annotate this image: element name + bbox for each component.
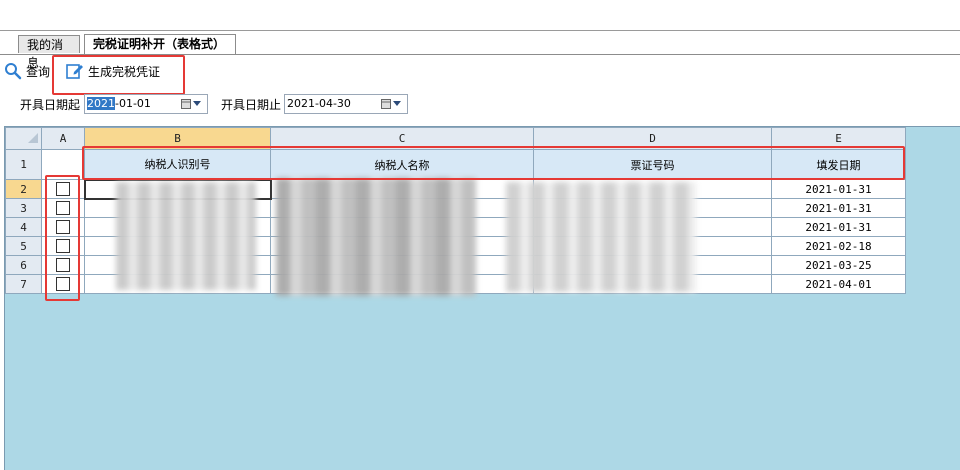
select-all-icon	[28, 133, 38, 143]
chevron-down-icon	[393, 101, 401, 106]
end-date-picker[interactable]: 2021-04-30	[284, 94, 408, 114]
query-label: 查询	[26, 64, 51, 79]
tab-label: 完税证明补开（表格式）	[93, 37, 226, 51]
column-header-a[interactable]: A	[41, 127, 85, 150]
query-button[interactable]: 查询	[4, 61, 50, 81]
start-date-label: 开具日期起	[20, 98, 81, 112]
chevron-down-icon	[193, 101, 201, 106]
row-header[interactable]: 6	[5, 255, 42, 275]
issue-date-cell[interactable]: 2021-01-31	[771, 217, 906, 237]
issue-date-cell[interactable]: 2021-02-18	[771, 236, 906, 256]
tab-my-messages[interactable]: 我的消息	[18, 35, 80, 70]
row-header[interactable]: 4	[5, 217, 42, 237]
calendar-dropdown[interactable]	[381, 97, 403, 111]
issue-date-cell[interactable]: 2021-01-31	[771, 198, 906, 218]
start-date-picker[interactable]: 2021-01-01	[84, 94, 208, 114]
row-header[interactable]: 1	[5, 149, 42, 180]
end-date-label: 开具日期止	[221, 98, 282, 112]
tab-strip: 我的消息 完税证明补开（表格式）	[0, 31, 960, 70]
highlight-box-generate	[52, 55, 185, 95]
issue-date-cell[interactable]: 2021-03-25	[771, 255, 906, 275]
highlight-box-checkboxes	[45, 175, 80, 301]
calendar-dropdown[interactable]	[181, 97, 203, 111]
tab-tax-certificate-reissue[interactable]: 完税证明补开（表格式）	[84, 34, 236, 54]
calendar-icon	[381, 99, 391, 109]
redacted-area	[86, 178, 716, 296]
calendar-icon	[181, 99, 191, 109]
start-date-selected-text: 2021	[87, 97, 115, 110]
row-header[interactable]: 7	[5, 274, 42, 294]
sheet-corner[interactable]	[5, 127, 42, 150]
row-header[interactable]: 5	[5, 236, 42, 256]
row-header[interactable]: 3	[5, 198, 42, 218]
highlight-box-headers	[82, 146, 905, 180]
issue-date-cell[interactable]: 2021-04-01	[771, 274, 906, 294]
end-date-text: 2021-04-30	[287, 97, 351, 110]
search-icon	[5, 63, 22, 80]
window-top-area	[0, 0, 960, 31]
start-date-text: -01-01	[115, 97, 151, 110]
row-header[interactable]: 2	[5, 179, 42, 199]
date-filters: 开具日期起 2021-01-01 开具日期止 2021-04-30	[0, 92, 960, 118]
issue-date-cell[interactable]: 2021-01-31	[771, 179, 906, 199]
